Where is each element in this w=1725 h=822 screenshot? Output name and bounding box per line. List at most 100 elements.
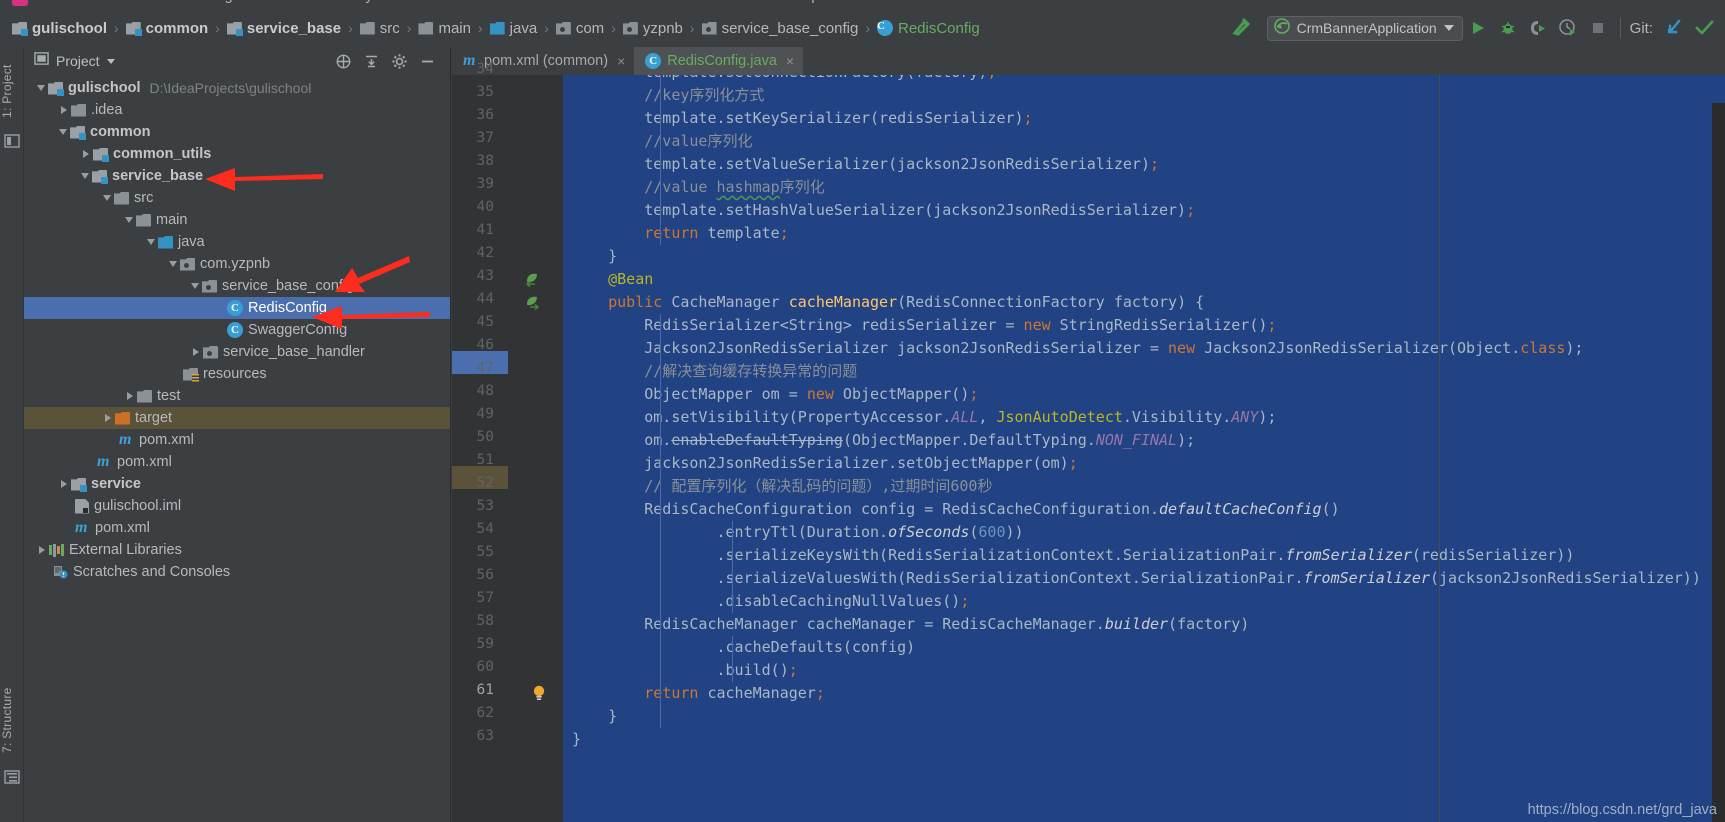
breadcrumb-separator: › [544,20,549,36]
tree-node-pom-root[interactable]: m pom.xml [24,517,450,539]
tree-node-com-yzpnb[interactable]: com.yzpnb [24,253,450,275]
tree-node-test[interactable]: test [24,385,450,407]
folder-icon [114,191,129,205]
line-number: 51 [476,452,494,468]
breadcrumb-item-java[interactable]: java [489,9,537,47]
chevron-right-icon[interactable] [83,150,89,158]
chevron-right-icon[interactable] [39,546,45,554]
run-button[interactable] [1463,13,1493,43]
tree-node-service-base[interactable]: service_base [24,165,450,187]
project-window-icon [34,51,49,71]
line-number: 37 [476,130,494,146]
breadcrumb-item-service-base[interactable]: service_base [226,9,341,47]
project-window-icon[interactable] [4,133,20,149]
chevron-down-icon[interactable] [147,239,155,245]
tree-node-gulischool-iml[interactable]: gulischool.iml [24,495,450,517]
code-token: .serializeKeysWith(RedisSerializationCon… [572,546,1286,564]
tree-node-gulischool[interactable]: gulischool D:\IdeaProjects\gulischool [24,77,450,99]
chevron-down-icon[interactable] [59,129,67,135]
breadcrumb-item-src[interactable]: src [359,9,400,47]
editor-tab-redisconfig-java[interactable]: C RedisConfig.java × [634,47,804,75]
line-number: 56 [476,567,494,583]
tree-node-external-libraries[interactable]: External Libraries [24,539,450,561]
chevron-down-icon[interactable] [106,58,115,64]
code-token: .disableCachingNullValues() [572,592,961,610]
tree-node-main[interactable]: main [24,209,450,231]
chevron-down-icon[interactable] [191,283,199,289]
profiler-button[interactable] [1553,13,1583,43]
code-token: ; [815,684,825,702]
tree-node-service-base-handler[interactable]: service_base_handler [24,341,450,363]
bean-gutter-icon[interactable] [524,271,541,288]
chevron-down-icon[interactable] [169,261,177,267]
menu-bar: File Edit View Navigate Code Analyze Ref… [0,0,1725,9]
code-token: CacheManager [662,293,789,311]
code-line: .build(); [572,659,797,682]
line-number: 61 [476,682,494,698]
run-configuration-selector[interactable]: CrmBannerApplication [1266,15,1463,41]
breadcrumb-item-com[interactable]: com [555,9,604,47]
breadcrumb-item-service-base-config[interactable]: service_base_config [701,9,858,47]
code-fold-bar[interactable] [550,75,563,822]
editor-gutter[interactable]: 34 35 36 37 38 39 40 41 42 43 44 45 46 47 48 49 50 51 52 53… [452,61,569,822]
close-icon[interactable]: × [786,53,794,69]
chevron-right-icon[interactable] [61,480,67,488]
tree-node-service[interactable]: service [24,473,450,495]
tree-node-common[interactable]: common [24,121,450,143]
breadcrumb-item-redisconfig[interactable]: C RedisConfig [877,9,980,47]
breadcrumb-item-main[interactable]: main [418,9,471,47]
commit-icon[interactable] [1689,13,1719,43]
build-hammer-icon[interactable] [1231,15,1253,42]
collapse-all-icon[interactable] [363,53,380,70]
debug-button[interactable] [1493,13,1523,43]
update-project-icon[interactable] [1659,13,1689,43]
breadcrumb-item-gulischool[interactable]: gulischool [12,9,107,47]
tree-node-target[interactable]: target [24,407,450,429]
run-with-coverage-button[interactable] [1523,13,1553,43]
code-token: template [698,224,780,242]
hide-window-icon[interactable] [419,53,436,70]
stop-button[interactable] [1583,13,1613,43]
chevron-down-icon[interactable] [1443,25,1454,31]
chevron-right-icon[interactable] [61,106,67,114]
code-content[interactable]: template.setConnectionFactory(factory); … [550,75,1725,822]
tree-node-redisconfig[interactable]: C RedisConfig [24,297,450,319]
scroll-from-source-icon[interactable] [335,53,352,70]
editor-scroll-marker-rail[interactable] [1712,103,1725,822]
tree-node-pom-service-base[interactable]: m pom.xml [24,429,450,451]
chevron-right-icon[interactable] [127,392,133,400]
close-icon[interactable]: × [617,53,625,69]
iml-file-icon [75,498,89,514]
settings-gear-icon[interactable] [391,53,408,70]
breadcrumb-item-yzpnb[interactable]: yzpnb [622,9,683,47]
idea-window: File Edit View Navigate Code Analyze Ref… [0,0,1725,822]
tool-window-button-project[interactable]: 1: Project [0,51,24,131]
structure-window-icon[interactable] [4,769,20,785]
indent-guide [660,314,661,728]
code-editor[interactable]: 34 35 36 37 38 39 40 41 42 43 44 45 46 47 48 49 50 51 52 53… [452,61,1725,822]
intention-bulb-icon[interactable] [531,684,548,701]
code-line: template.setConnectionFactory(factory); [572,75,996,84]
tree-node-swaggerconfig[interactable]: C SwaggerConfig [24,319,450,341]
tree-node-src[interactable]: src [24,187,450,209]
tree-node-scratches-and-consoles[interactable]: Scratches and Consoles [24,561,450,583]
tree-node-pom-common[interactable]: m pom.xml [24,451,450,473]
chevron-right-icon[interactable] [193,348,199,356]
tool-window-button-structure[interactable]: 7: Structure [0,675,24,765]
chevron-down-icon[interactable] [125,217,133,223]
breadcrumb-item-common[interactable]: common [125,9,208,47]
chevron-down-icon[interactable] [37,85,45,91]
bean-impl-gutter-icon[interactable] [524,294,541,311]
tree-node-java[interactable]: java [24,231,450,253]
chevron-down-icon[interactable] [103,195,111,201]
tree-node-resources[interactable]: resources [24,363,450,385]
code-token: ); [1258,408,1277,426]
tree-node-common-utils[interactable]: common_utils [24,143,450,165]
tree-node-service-base-config[interactable]: service_base_config [24,275,450,297]
chevron-right-icon[interactable] [105,414,111,422]
chevron-down-icon[interactable] [81,173,89,179]
tree-node-idea[interactable]: .idea [24,99,450,121]
code-line: RedisSerializer<String> redisSerializer … [572,314,1276,337]
